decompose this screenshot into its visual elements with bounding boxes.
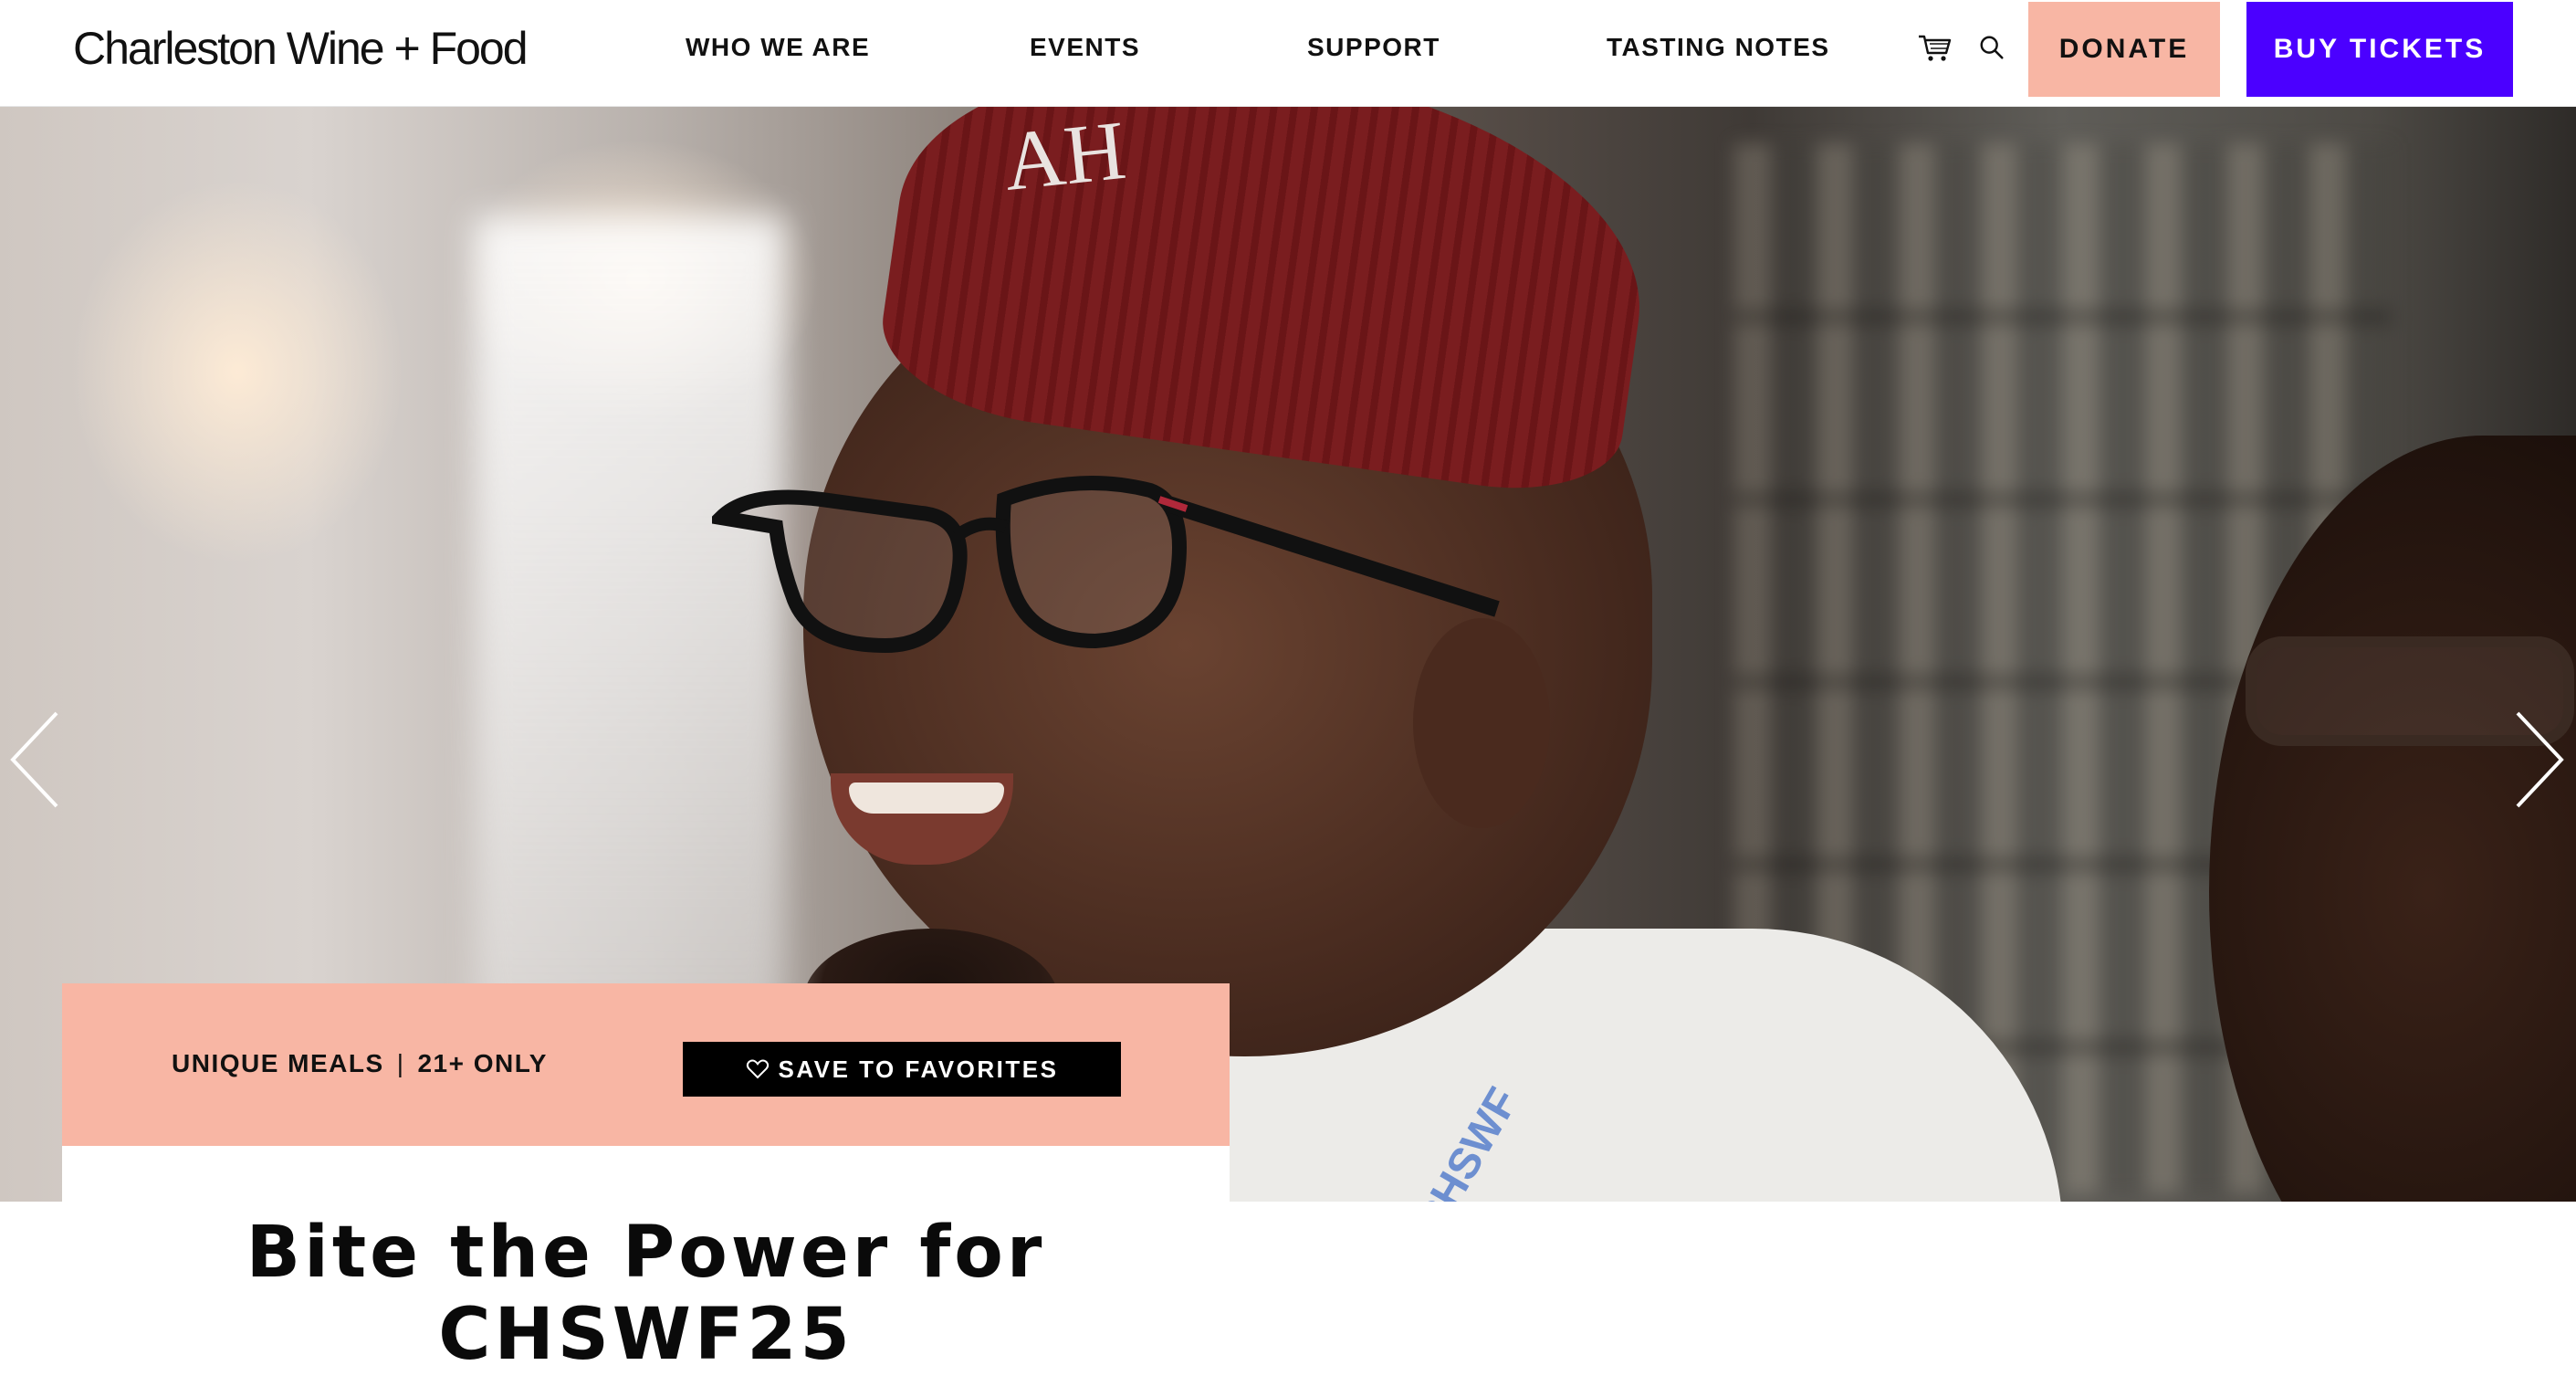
event-tag-age: 21+ ONLY <box>417 1049 548 1077</box>
carousel-prev-button[interactable] <box>7 709 62 810</box>
save-to-favorites-label: SAVE TO FAVORITES <box>778 1055 1059 1083</box>
event-tags: UNIQUE MEALS | 21+ ONLY <box>172 1049 548 1078</box>
event-title-line-2: CHSWF25 <box>438 1294 853 1376</box>
nav-support[interactable]: SUPPORT <box>1307 31 1440 64</box>
hero-person-teeth <box>849 783 1004 814</box>
site-header: Charleston Wine + Food WHO WE ARE EVENTS… <box>0 0 2576 107</box>
nav-who-we-are[interactable]: WHO WE ARE <box>686 31 870 64</box>
event-title: Bite the Power for CHSWF25 <box>62 1212 1230 1376</box>
chevron-right-icon <box>2516 711 2564 808</box>
nav-events[interactable]: EVENTS <box>1030 31 1140 64</box>
event-tag-separator: | <box>396 1049 405 1077</box>
donate-button[interactable]: DONATE <box>2028 2 2220 97</box>
save-to-favorites-button[interactable]: SAVE TO FAVORITES <box>683 1042 1121 1097</box>
event-title-panel: Bite the Power for CHSWF25 <box>62 1146 1230 1376</box>
chevron-left-icon <box>10 711 58 808</box>
event-tag-category: UNIQUE MEALS <box>172 1049 384 1077</box>
heart-icon <box>746 1059 769 1079</box>
site-logo[interactable]: Charleston Wine + Food <box>73 20 529 77</box>
cart-icon[interactable] <box>1915 27 1955 68</box>
event-title-line-1: Bite the Power for <box>246 1212 1046 1294</box>
hero-person-glasses <box>712 476 1500 654</box>
hero-hat-lettering: AH <box>999 107 1130 209</box>
buy-tickets-button[interactable]: BUY TICKETS <box>2246 2 2513 97</box>
event-meta-bar: UNIQUE MEALS | 21+ ONLY SAVE TO FAVORITES <box>62 983 1230 1146</box>
nav-tasting-notes[interactable]: TASTING NOTES <box>1607 31 1830 64</box>
search-icon[interactable] <box>1972 27 2012 68</box>
carousel-next-button[interactable] <box>2512 709 2567 810</box>
